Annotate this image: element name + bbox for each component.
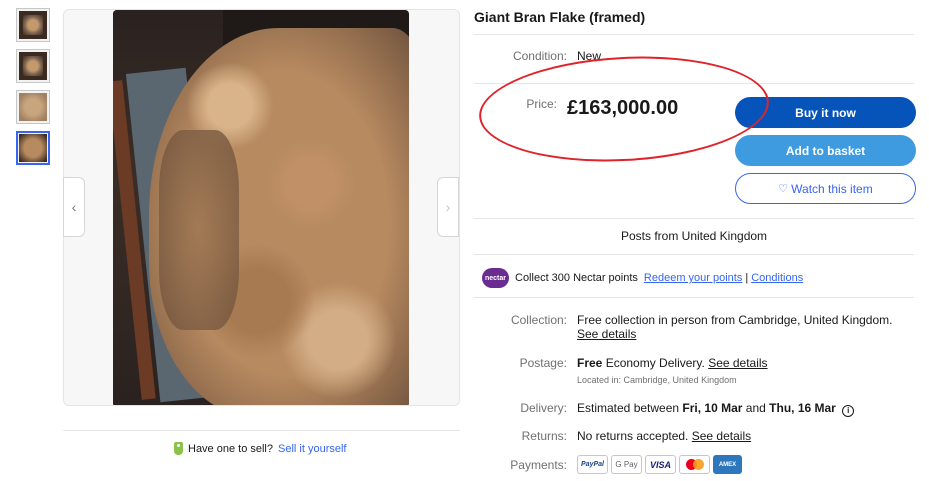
delivery-prefix: Estimated between	[577, 401, 680, 415]
paypal-icon: PayPal	[577, 455, 608, 474]
divider	[474, 297, 914, 298]
delivery-start: Fri, 10 Mar	[682, 401, 743, 415]
nectar-logo-icon: nectar	[482, 268, 509, 288]
returns-value: No returns accepted. See details	[577, 429, 751, 443]
condition-label: Condition:	[512, 49, 567, 63]
collection-label: Collection:	[510, 313, 567, 327]
nectar-text: Collect 300 Nectar points	[515, 272, 638, 284]
sell-it-yourself-link[interactable]: Sell it yourself	[278, 443, 346, 455]
info-icon[interactable]: i	[842, 404, 855, 417]
delivery-end: Thu, 16 Mar	[769, 401, 836, 415]
divider	[474, 218, 914, 219]
amex-icon: AMEX	[713, 455, 742, 474]
postage-text: Economy Delivery.	[605, 356, 705, 370]
thumbnail-3[interactable]	[16, 90, 50, 124]
collection-see-details-link[interactable]: See details	[577, 327, 636, 341]
postage-label: Postage:	[519, 356, 567, 370]
conditions-link[interactable]: Conditions	[751, 272, 803, 284]
mastercard-icon	[679, 455, 710, 474]
annotation-circle	[476, 49, 772, 169]
thumbnail-strip	[16, 8, 50, 172]
collection-value: Free collection in person from Cambridge…	[577, 313, 917, 341]
postage-location: Located in: Cambridge, United Kingdom	[577, 375, 737, 385]
delivery-label: Delivery:	[520, 401, 567, 415]
thumbnail-4[interactable]	[16, 131, 50, 165]
returns-label: Returns:	[521, 429, 567, 443]
returns-see-details-link[interactable]: See details	[692, 429, 751, 443]
posts-from: Posts from United Kingdom	[620, 229, 768, 243]
postage-value: Free Economy Delivery. See details	[577, 356, 768, 370]
thumbnail-1[interactable]	[16, 8, 50, 42]
add-to-basket-label: Add to basket	[785, 143, 866, 158]
nectar-separator: |	[745, 272, 749, 284]
buy-it-now-label: Buy it now	[795, 105, 856, 120]
add-to-basket-button[interactable]: Add to basket	[735, 135, 916, 166]
listing-title: Giant Bran Flake (framed)	[474, 9, 646, 25]
payments-label: Payments:	[510, 458, 567, 472]
delivery-value: Estimated between Fri, 10 Mar and Thu, 1…	[577, 401, 855, 417]
delivery-and: and	[745, 401, 766, 415]
main-product-image[interactable]	[63, 9, 460, 406]
nectar-promo: nectar Collect 300 Nectar points Redeem …	[482, 268, 803, 288]
thumbnail-2[interactable]	[16, 49, 50, 83]
divider	[63, 430, 460, 431]
redeem-points-link[interactable]: Redeem your points	[644, 272, 742, 284]
product-photo	[113, 10, 409, 405]
returns-text: No returns accepted.	[577, 429, 689, 443]
heart-icon: ♡	[778, 183, 789, 195]
chevron-left-icon[interactable]: ‹	[63, 177, 85, 237]
sell-one-prompt: Have one to sell? Sell it yourself	[174, 442, 346, 455]
collection-text: Free collection in person from Cambridge…	[577, 313, 893, 327]
visa-icon: VISA	[645, 455, 676, 474]
postage-see-details-link[interactable]: See details	[708, 356, 767, 370]
price-tag-icon	[174, 442, 183, 455]
divider	[474, 254, 914, 255]
watch-item-label: Watch this item	[791, 181, 873, 196]
postage-free: Free	[577, 356, 603, 370]
chevron-right-icon[interactable]: ›	[437, 177, 459, 237]
divider	[474, 34, 914, 35]
google-pay-icon: G Pay	[611, 455, 642, 474]
watch-item-button[interactable]: ♡ Watch this item	[735, 173, 916, 204]
sell-prompt-text: Have one to sell?	[188, 442, 273, 455]
